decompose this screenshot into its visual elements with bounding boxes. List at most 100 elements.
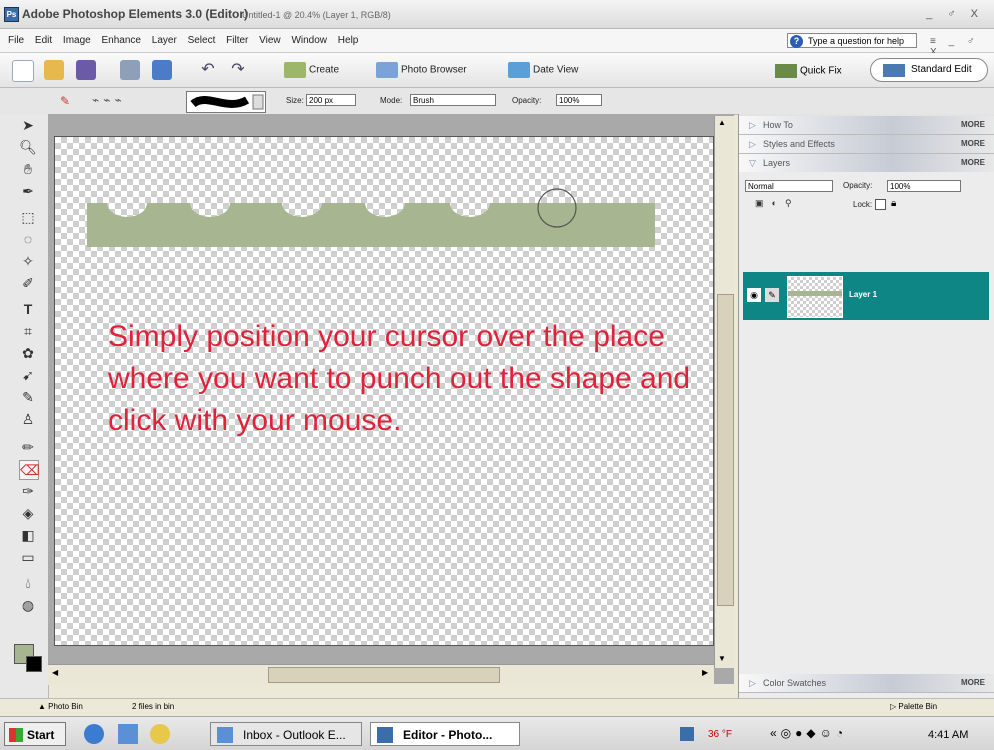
menu-filter[interactable]: Filter [226,29,248,52]
new-file-icon[interactable] [12,60,34,82]
photoshop-task-icon [377,727,393,743]
menu-layer[interactable]: Layer [152,29,177,52]
scroll-down-icon[interactable]: ▼ [718,654,726,663]
menu-select[interactable]: Select [188,29,216,52]
opacity-field[interactable]: 100% [556,94,602,106]
eraser-tool-button[interactable]: ⌫ [19,460,40,480]
menu-window[interactable]: Window [291,29,327,52]
layers-palette-header[interactable]: ▽ Layers MORE [739,154,994,173]
tray-app-icon[interactable] [680,727,694,741]
red-eye-tool-icon[interactable]: ➹ [19,366,37,384]
horizontal-scrollbar[interactable]: ◀ ▶ [48,664,714,685]
taskbar: Start Inbox - Outlook E... Editor - Phot… [0,716,994,750]
menu-edit[interactable]: Edit [35,29,52,52]
marquee-tool-icon[interactable]: ⬚ [19,208,37,226]
save-icon[interactable] [76,60,96,80]
link-brush-icon[interactable]: ✎ [765,288,779,302]
eyedropper-tool-icon[interactable]: ✒ [19,182,37,200]
selection-brush-tool-icon[interactable]: ✐ [19,274,37,292]
layer-thumbnail [787,276,843,318]
zoom-tool-icon[interactable]: 🔍︎ [19,138,37,156]
help-search-input[interactable]: ? Type a question for help [787,33,917,48]
lasso-tool-icon[interactable]: ◌ [19,230,37,248]
styles-more[interactable]: MORE [961,135,985,153]
quick-fix-button[interactable]: Quick Fix [775,64,842,78]
sponge-tool-icon[interactable]: ◍ [19,596,37,614]
vertical-scroll-thumb[interactable] [717,294,734,606]
clone-stamp-tool-icon[interactable]: ♙ [19,410,37,428]
open-folder-icon[interactable] [44,60,64,80]
photo-bin-label: Photo Bin [48,702,83,711]
print-icon[interactable] [120,60,140,80]
scroll-left-icon[interactable]: ◀ [52,668,58,677]
layer-opacity-field[interactable]: 100% [887,180,961,192]
blend-mode-select[interactable]: Normal [745,180,833,192]
messenger-quicklaunch-icon[interactable] [150,724,170,744]
palette-bin-toggle[interactable]: ▷ Palette Bin [890,699,937,715]
mode-select[interactable]: Brush [410,94,496,106]
ie-quicklaunch-icon[interactable] [84,724,104,744]
scroll-up-icon[interactable]: ▲ [718,118,726,127]
date-view-label: Date View [533,64,579,76]
toolbox: ➤ 🔍︎ ✋︎ ✒ ⬚ ◌ ✧ ✐ T ⌗ ✿ ➹ ✎ ♙ ✏ ⌫ ✑ ◈ ◧ … [0,114,49,714]
lock-icon[interactable]: 🔒︎ [891,198,896,209]
move-tool-icon[interactable]: ➤ [19,116,37,134]
gradient-tool-icon[interactable]: ◧ [19,526,37,544]
tray-icons[interactable]: «◎●◆☺◔ [770,726,847,740]
redo-icon[interactable]: ↷ [228,60,248,80]
horizontal-scroll-thumb[interactable] [268,667,500,683]
photo-bin-toggle[interactable]: ▲ Photo Bin [38,699,83,715]
standard-edit-button[interactable]: Standard Edit [870,58,988,82]
scroll-right-icon[interactable]: ▶ [702,668,708,677]
pencil-tool-icon[interactable]: ✏ [19,438,37,456]
vertical-scrollbar[interactable]: ▲ ▼ [714,116,735,668]
healing-brush-tool-icon[interactable]: ✎ [19,388,37,406]
background-color-swatch[interactable] [26,656,42,672]
paint-bucket-tool-icon[interactable]: ◈ [19,504,37,522]
eraser-variant-icons[interactable]: ⌁⌁⌁ [92,93,162,109]
layer-name: Layer 1 [849,290,878,299]
photo-browser-button[interactable]: Photo Browser [376,62,467,78]
lock-transparency-checkbox[interactable] [875,199,886,210]
blur-tool-icon[interactable]: 💧︎ [19,574,37,592]
crop-tool-icon[interactable]: ⌗ [19,322,37,340]
undo-icon[interactable]: ↶ [198,60,218,80]
type-tool-icon[interactable]: T [19,300,37,318]
size-field[interactable]: 200 px [306,94,356,106]
how-to-palette-header[interactable]: ▷ How To MORE [739,116,994,135]
shape-tool-icon[interactable]: ▭ [19,548,37,566]
menu-enhance[interactable]: Enhance [102,29,141,52]
brush-picker[interactable] [186,91,266,113]
color-swatches-more[interactable]: MORE [961,674,985,692]
expand-icon: ▷ [749,139,756,149]
layer-row[interactable]: ◉ ✎ Layer 1 [743,272,989,320]
visibility-eye-icon[interactable]: ◉ [747,288,761,302]
start-button[interactable]: Start [4,722,66,746]
cookie-cutter-tool-icon[interactable]: ✿ [19,344,37,362]
scalloped-strip [87,188,655,247]
menu-help[interactable]: Help [338,29,359,52]
color-swatches-palette-header[interactable]: ▷ Color Swatches MORE [739,674,994,693]
styles-palette-header[interactable]: ▷ Styles and Effects MORE [739,135,994,154]
outlook-quicklaunch-icon[interactable] [118,724,138,744]
magic-wand-tool-icon[interactable]: ✧ [19,252,37,270]
weather-temp[interactable]: 36 °F [708,729,732,740]
menu-file[interactable]: File [8,29,24,52]
share-icon[interactable] [152,60,172,80]
create-button[interactable]: Create [284,62,339,78]
task-editor[interactable]: Editor - Photo... [370,722,520,746]
date-view-button[interactable]: Date View [508,62,578,78]
expand-icon: ▷ [749,120,756,130]
layers-more[interactable]: MORE [961,154,985,172]
layer-tool-icons[interactable]: ▣◐⚲ [755,198,800,209]
task-outlook[interactable]: Inbox - Outlook E... [210,722,362,746]
hand-tool-icon[interactable]: ✋︎ [19,160,37,178]
menu-view[interactable]: View [259,29,281,52]
window-controls[interactable]: _ ♂ X [926,8,984,20]
brush-tool-icon[interactable]: ✑ [19,482,37,500]
how-to-more[interactable]: MORE [961,116,985,134]
menu-image[interactable]: Image [63,29,91,52]
outlook-task-icon [217,727,233,743]
help-icon: ? [790,35,803,48]
blend-mode-value: Normal [748,182,774,191]
